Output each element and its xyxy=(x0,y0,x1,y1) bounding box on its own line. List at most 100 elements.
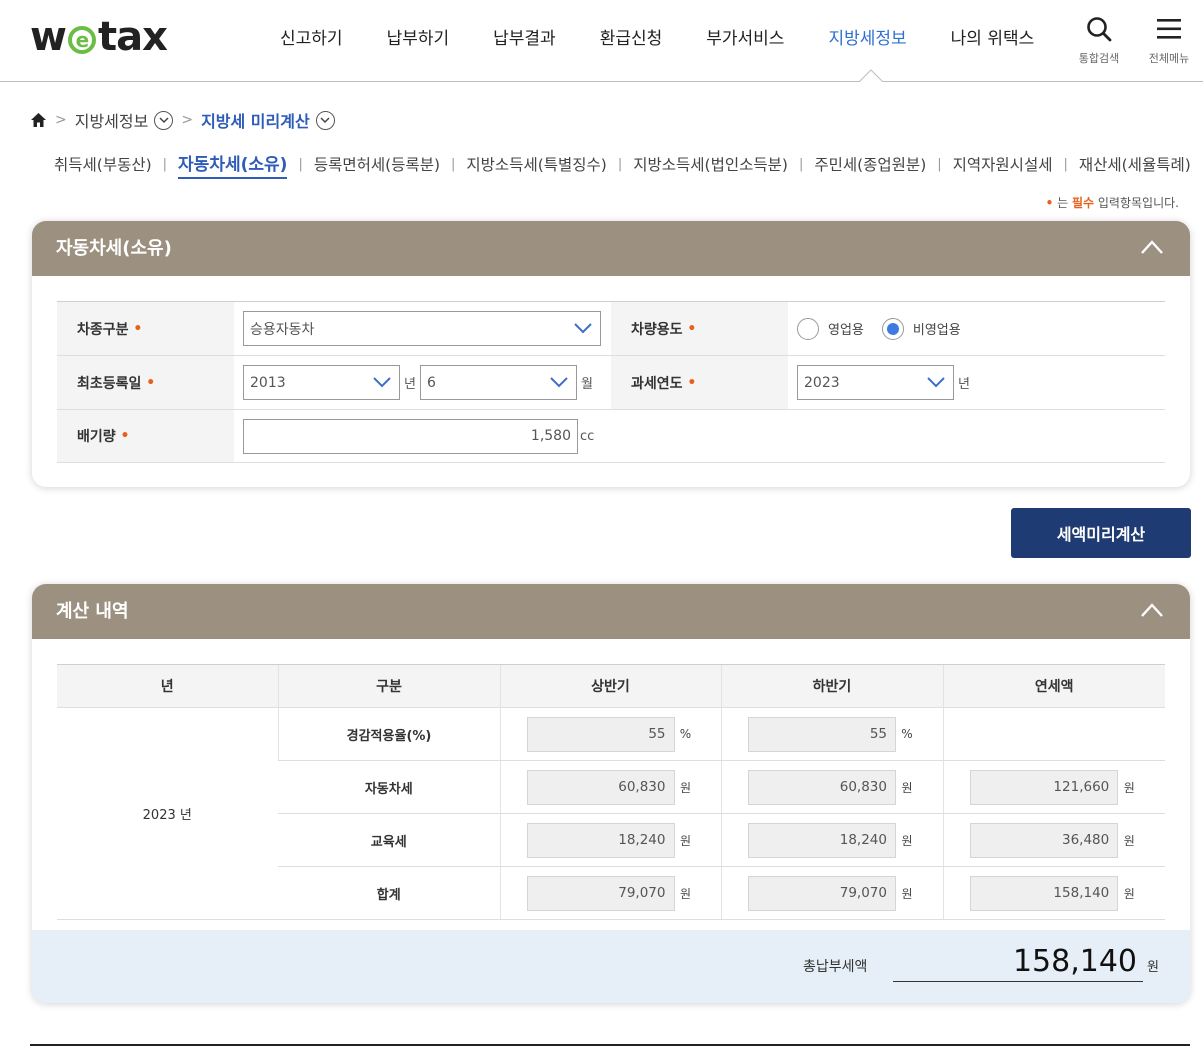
required-note-prefix: 는 xyxy=(1053,196,1072,210)
tax-year-label-text: 과세연도 xyxy=(631,375,683,392)
table-header-row: 년 구분 상반기 하반기 연세액 xyxy=(57,664,1165,708)
tab-resident-tax-employee[interactable]: 주민세(종업원분) xyxy=(814,153,926,177)
total-payment-unit: 원 xyxy=(1147,960,1159,975)
nav-payment-result[interactable]: 납부결과 xyxy=(471,24,578,54)
tab-vehicle-tax[interactable]: 자동차세(소유) xyxy=(178,150,288,179)
total-payment-value: 158,140 xyxy=(893,942,1143,982)
required-dot: • xyxy=(687,320,697,337)
cell-first-half: 60,830 원 xyxy=(499,760,721,814)
required-dot: • xyxy=(146,374,156,391)
tab-property-tax-special[interactable]: 재산세(세율특례) xyxy=(1079,153,1191,177)
total-annual: 158,140 xyxy=(970,875,1119,911)
form-panel-header[interactable]: 자동차세(소유) xyxy=(32,221,1190,276)
vehicle-type-value: 승용자동차 xyxy=(250,321,315,338)
tab-regional-resource-facility-tax[interactable]: 지역자원시설세 xyxy=(953,153,1053,177)
breadcrumb-dropdown-button[interactable] xyxy=(315,110,335,130)
row-label-education-tax: 교육세 xyxy=(278,813,500,867)
breadcrumb-tax-precalc[interactable]: 지방세 미리계산 xyxy=(201,108,310,132)
education-tax-second-half: 18,240 xyxy=(748,822,896,858)
breadcrumb-local-tax-info[interactable]: 지방세정보 xyxy=(75,108,149,132)
tax-year-cell: 2023 년 xyxy=(788,356,1165,409)
nav-refund[interactable]: 환급신청 xyxy=(578,24,685,54)
total-first-half: 79,070 xyxy=(526,875,675,911)
cell-annual: 36,480 원 xyxy=(942,813,1165,867)
usage-radio-noncommercial[interactable]: 비영업용 xyxy=(881,317,961,340)
usage-radio-commercial[interactable]: 영업용 xyxy=(797,317,864,340)
column-header-year: 년 xyxy=(57,664,278,708)
cell-second-half: 55% xyxy=(720,707,943,761)
first-registration-label-text: 최초등록일 xyxy=(77,375,142,392)
unit-label: 원 xyxy=(679,833,692,848)
unit-label: 원 xyxy=(679,886,692,901)
unit-label: 원 xyxy=(1123,833,1135,848)
first-registration-year-select[interactable]: 2013 xyxy=(243,365,400,400)
nav-local-tax-info[interactable]: 지방세정보 xyxy=(806,24,928,54)
tax-year-value: 2023 xyxy=(804,374,840,391)
chevron-down-icon xyxy=(373,377,391,388)
main-navigation: 신고하기 납부하기 납부결과 환급신청 부가서비스 지방세정보 나의 위택스 xyxy=(258,24,1056,54)
radio-circle xyxy=(797,317,819,340)
displacement-label-text: 배기량 xyxy=(77,429,116,445)
first-registration-month-select[interactable]: 6 xyxy=(419,365,577,400)
wetax-logo[interactable]: w e tax xyxy=(30,14,168,60)
nav-additional-services[interactable]: 부가서비스 xyxy=(684,24,806,54)
chevron-up-icon[interactable] xyxy=(1140,239,1164,255)
result-panel-header[interactable]: 계산 내역 xyxy=(32,584,1190,639)
breadcrumb: > 지방세정보 > 지방세 미리계산 xyxy=(30,108,335,132)
tab-local-income-tax-withholding[interactable]: 지방소득세(특별징수) xyxy=(466,153,606,177)
unit-label: 원 xyxy=(901,833,913,848)
reduction-rate-second-half: 55 xyxy=(748,716,896,752)
required-note-strong: 필수 xyxy=(1071,196,1095,210)
usage-commercial-label: 영업용 xyxy=(828,323,864,338)
nav-my-wetax[interactable]: 나의 위택스 xyxy=(929,24,1057,54)
home-icon[interactable] xyxy=(30,112,47,128)
vehicle-type-cell: 승용자동차 xyxy=(234,302,611,355)
chevron-down-icon xyxy=(320,116,330,123)
calculate-tax-button[interactable]: 세액미리계산 xyxy=(1011,508,1191,558)
tax-year-label: 과세연도 • xyxy=(611,356,788,409)
nav-payment[interactable]: 납부하기 xyxy=(365,24,472,54)
calculation-result-panel: 계산 내역 년 구분 상반기 하반기 연세액 2023 년 경감적용율(%) 5… xyxy=(32,584,1190,1003)
unit-label: % xyxy=(679,727,692,741)
vehicle-tax-second-half: 60,830 xyxy=(748,769,896,805)
required-dot: • xyxy=(120,428,130,444)
tab-registration-license-tax[interactable]: 등록면허세(등록분) xyxy=(314,153,440,177)
displacement-input[interactable]: 1,580 xyxy=(243,418,578,454)
education-tax-first-half: 18,240 xyxy=(526,822,675,858)
usage-label: 차량용도 • xyxy=(611,302,788,355)
unit-label: 원 xyxy=(901,886,913,901)
year-cell: 2023 년 xyxy=(57,707,278,920)
displacement-unit: cc xyxy=(580,428,595,444)
logo-text-suffix: tax xyxy=(97,14,168,60)
vehicle-type-select[interactable]: 승용자동차 xyxy=(243,311,601,346)
unit-label: % xyxy=(901,727,913,741)
nav-report[interactable]: 신고하기 xyxy=(258,24,365,54)
usage-noncommercial-label: 비영업용 xyxy=(912,323,961,338)
tab-local-income-tax-corporate[interactable]: 지방소득세(법인소득분) xyxy=(633,153,788,177)
tab-separator: | xyxy=(937,157,942,172)
first-registration-cell: 2013 년 6 월 xyxy=(234,356,611,409)
total-payment-bar: 총납부세액 158,140 원 xyxy=(32,930,1190,1003)
chevron-down-icon xyxy=(927,377,945,388)
logo-text-prefix: w xyxy=(30,14,67,60)
chevron-up-icon[interactable] xyxy=(1140,602,1164,618)
unit-label: 원 xyxy=(1123,886,1135,901)
total-second-half: 79,070 xyxy=(748,875,896,911)
required-note-suffix: 입력항목입니다. xyxy=(1094,196,1179,210)
row-label-total: 합계 xyxy=(278,866,500,920)
chevron-down-icon xyxy=(159,116,169,123)
all-menu-button[interactable]: 전체메뉴 xyxy=(1139,16,1199,66)
total-search-button[interactable]: 통합검색 xyxy=(1069,16,1129,66)
tax-year-select[interactable]: 2023 xyxy=(797,365,954,400)
first-registration-month-value: 6 xyxy=(426,374,436,391)
usage-label-text: 차량용도 xyxy=(631,321,683,338)
logo-e-mark: e xyxy=(67,26,96,54)
tab-acquisition-tax[interactable]: 취득세(부동산) xyxy=(54,153,152,177)
tab-separator: | xyxy=(298,157,303,172)
breadcrumb-dropdown-button[interactable] xyxy=(154,110,174,130)
tab-separator: | xyxy=(1063,157,1068,172)
form-row: 최초등록일 • 2013 년 6 월 과세연도 • 2023 년 xyxy=(57,356,1165,410)
cell-second-half: 60,830 원 xyxy=(720,760,943,814)
cell-first-half: 79,070 원 xyxy=(499,866,721,920)
column-header-first-half: 상반기 xyxy=(499,664,721,708)
